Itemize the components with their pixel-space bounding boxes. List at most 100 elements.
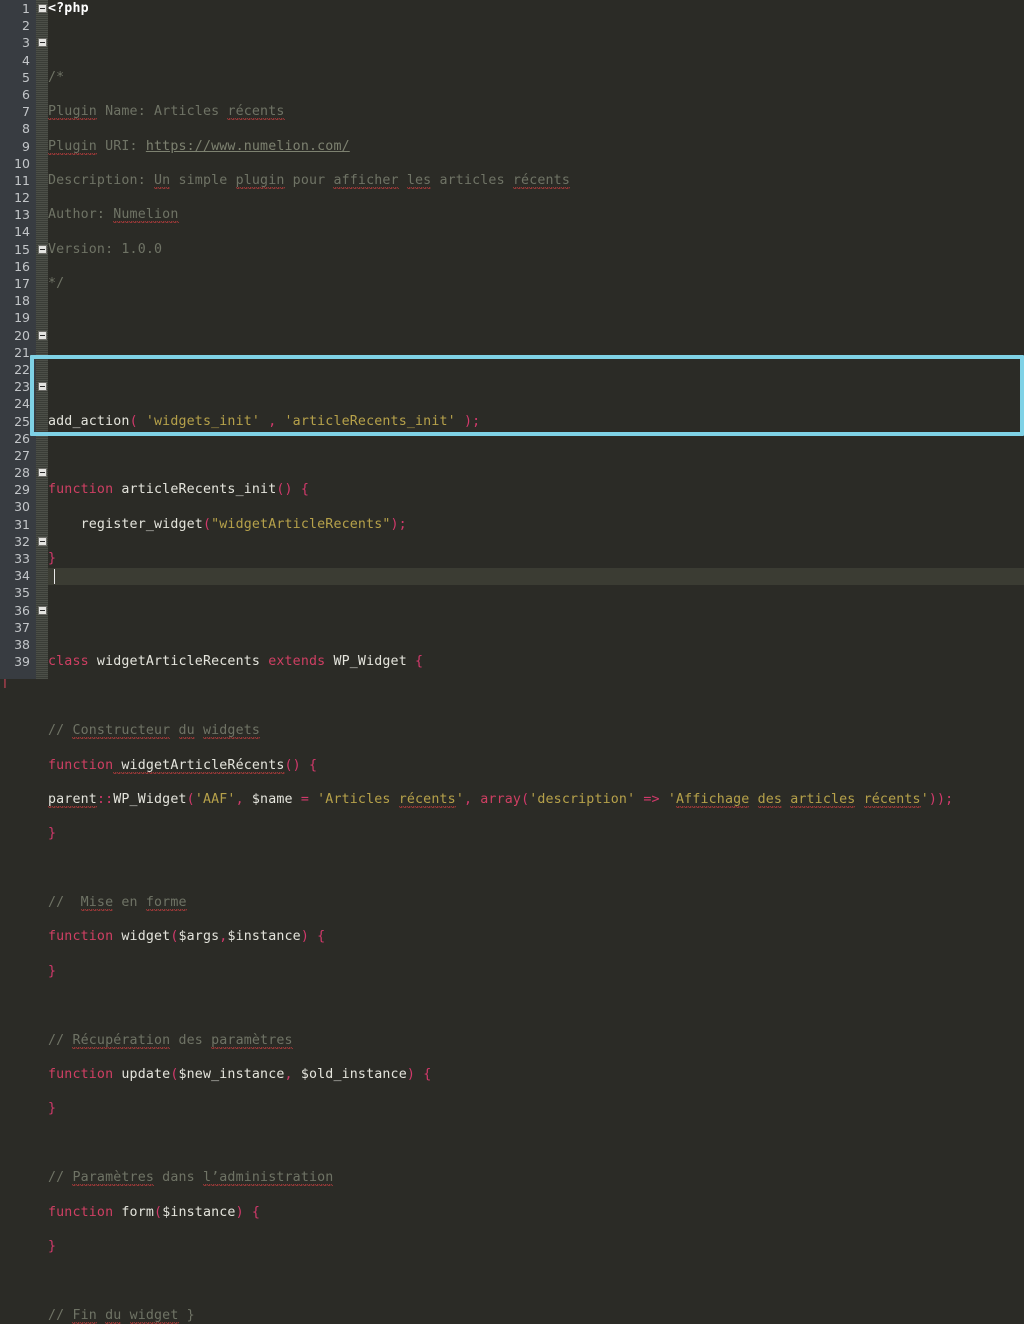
code-token: ' bbox=[455, 791, 464, 807]
code-line[interactable] bbox=[48, 1272, 1024, 1289]
code-line[interactable]: } bbox=[48, 1238, 1024, 1255]
code-token: $name bbox=[251, 791, 293, 807]
code-token: , bbox=[219, 929, 228, 945]
line-number: 20 bbox=[14, 327, 30, 343]
fold-collapse-icon[interactable] bbox=[38, 537, 47, 547]
code-line[interactable] bbox=[48, 344, 1024, 361]
code-token: ' bbox=[667, 791, 677, 807]
code-line[interactable] bbox=[48, 997, 1024, 1014]
code-line[interactable]: // Paramètres dans l’administration bbox=[48, 1169, 1024, 1187]
code-token: extends bbox=[268, 654, 326, 670]
code-token: () bbox=[284, 757, 301, 773]
code-line[interactable]: // Récupération des paramètres bbox=[48, 1032, 1024, 1049]
code-token: { bbox=[300, 482, 309, 498]
code-editor[interactable]: 1 2 3 4 5 6 7 8 9 10 11 12 13 14 15 16 17 18 19 20 21 22 23 24 2… bbox=[0, 0, 1024, 1324]
line-number: 39 bbox=[14, 654, 30, 670]
code-token: ( bbox=[521, 791, 530, 807]
line-number: 17 bbox=[14, 276, 30, 291]
code-line[interactable]: } bbox=[48, 963, 1024, 980]
code-token: // bbox=[48, 1170, 73, 1186]
code-line[interactable]: register_widget("widgetArticleRecents"); bbox=[48, 516, 1024, 533]
code-line[interactable]: function widgetArticleRécents() { bbox=[48, 757, 1024, 774]
code-token: articles bbox=[431, 172, 513, 188]
code-token: ); bbox=[463, 413, 481, 429]
code-line[interactable] bbox=[48, 378, 1024, 395]
code-line[interactable] bbox=[48, 34, 1024, 51]
code-token: update bbox=[113, 1067, 171, 1082]
code-line[interactable] bbox=[48, 688, 1024, 705]
code-text-area[interactable]: <?php /* Plugin Name: Articles récents Plu… bbox=[48, 0, 1024, 1324]
line-number: 27 bbox=[14, 447, 30, 463]
code-line[interactable] bbox=[48, 860, 1024, 877]
code-line[interactable] bbox=[48, 447, 1024, 464]
line-number: 4 bbox=[22, 52, 30, 68]
code-line[interactable]: parent::WP_Widget('AAF', $name = 'Articl… bbox=[48, 791, 1024, 808]
code-token: 'AAF' bbox=[194, 791, 236, 807]
fold-collapse-icon[interactable] bbox=[38, 38, 47, 48]
code-line[interactable]: Plugin Name: Articles récents bbox=[48, 103, 1024, 121]
code-token: plugin bbox=[235, 172, 285, 189]
fold-collapse-icon[interactable] bbox=[38, 606, 47, 615]
code-token: } bbox=[48, 551, 57, 567]
code-token: function bbox=[48, 482, 114, 498]
code-line[interactable]: } bbox=[48, 550, 1024, 567]
code-line[interactable]: Author: Numelion bbox=[48, 206, 1024, 224]
code-token: */ bbox=[48, 276, 65, 292]
code-line[interactable] bbox=[48, 619, 1024, 636]
code-token: } bbox=[178, 1307, 195, 1323]
code-line[interactable]: Plugin URI: https://www.numelion.com/ bbox=[48, 138, 1024, 155]
code-line[interactable]: // Mise en forme bbox=[48, 894, 1024, 912]
code-line[interactable]: Version: 1.0.0 bbox=[48, 241, 1024, 258]
line-number: 29 bbox=[14, 482, 30, 498]
code-token: ( bbox=[170, 929, 179, 945]
code-token: function bbox=[48, 757, 114, 773]
fold-collapse-icon[interactable] bbox=[38, 244, 47, 254]
fold-collapse-icon[interactable] bbox=[38, 330, 47, 340]
code-token: } bbox=[48, 1101, 57, 1117]
code-line[interactable]: } bbox=[48, 1100, 1024, 1117]
fold-collapse-icon[interactable] bbox=[38, 468, 47, 478]
code-token: widgetArticleRecents bbox=[88, 654, 269, 670]
code-token: form bbox=[113, 1204, 155, 1220]
fold-collapse-icon[interactable] bbox=[38, 4, 47, 13]
code-token: widget bbox=[113, 929, 171, 945]
fold-collapse-icon[interactable] bbox=[38, 382, 47, 392]
line-number-gutter[interactable]: 1 2 3 4 5 6 7 8 9 10 11 12 13 14 15 16 17 18 19 20 21 22 23 24 2… bbox=[0, 0, 36, 679]
code-line[interactable]: Description: Un simple plugin pour affic… bbox=[48, 172, 1024, 189]
code-line[interactable] bbox=[48, 309, 1024, 326]
code-line[interactable]: function widget($args,$instance) { bbox=[48, 928, 1024, 945]
code-line[interactable]: /* bbox=[48, 69, 1024, 86]
code-token: WP_Widget bbox=[325, 654, 416, 670]
code-token: ( bbox=[202, 516, 212, 532]
line-number: 1 bbox=[22, 1, 30, 16]
code-token: { bbox=[308, 757, 318, 773]
line-number: 31 bbox=[14, 516, 30, 532]
code-line[interactable]: function update($new_instance, $old_inst… bbox=[48, 1066, 1024, 1083]
line-number: 10 bbox=[14, 155, 30, 171]
code-token: () bbox=[276, 482, 293, 498]
code-line[interactable] bbox=[48, 1135, 1024, 1152]
code-line[interactable] bbox=[48, 585, 1024, 602]
code-line[interactable]: function articleRecents_init() { bbox=[48, 481, 1024, 498]
code-token: Paramètres bbox=[72, 1170, 155, 1187]
code-line[interactable]: function form($instance) { bbox=[48, 1204, 1024, 1221]
code-line[interactable]: */ bbox=[48, 275, 1024, 292]
code-line[interactable]: // Constructeur du widgets bbox=[48, 722, 1024, 740]
code-token: } bbox=[48, 1238, 57, 1254]
code-line[interactable]: // Fin du widget } bbox=[48, 1307, 1024, 1324]
code-line[interactable]: class widgetArticleRecents extends WP_Wi… bbox=[48, 653, 1024, 670]
code-token: Name: Articles bbox=[96, 104, 228, 120]
code-line[interactable]: } bbox=[48, 825, 1024, 842]
code-line[interactable]: add_action( 'widgets_init' , 'articleRec… bbox=[48, 413, 1024, 430]
code-token: 'widgets_init' bbox=[145, 413, 261, 429]
code-token: { bbox=[317, 929, 326, 945]
code-line[interactable]: <?php bbox=[48, 0, 1024, 17]
line-number: 38 bbox=[14, 636, 30, 652]
line-number: 30 bbox=[14, 499, 30, 515]
